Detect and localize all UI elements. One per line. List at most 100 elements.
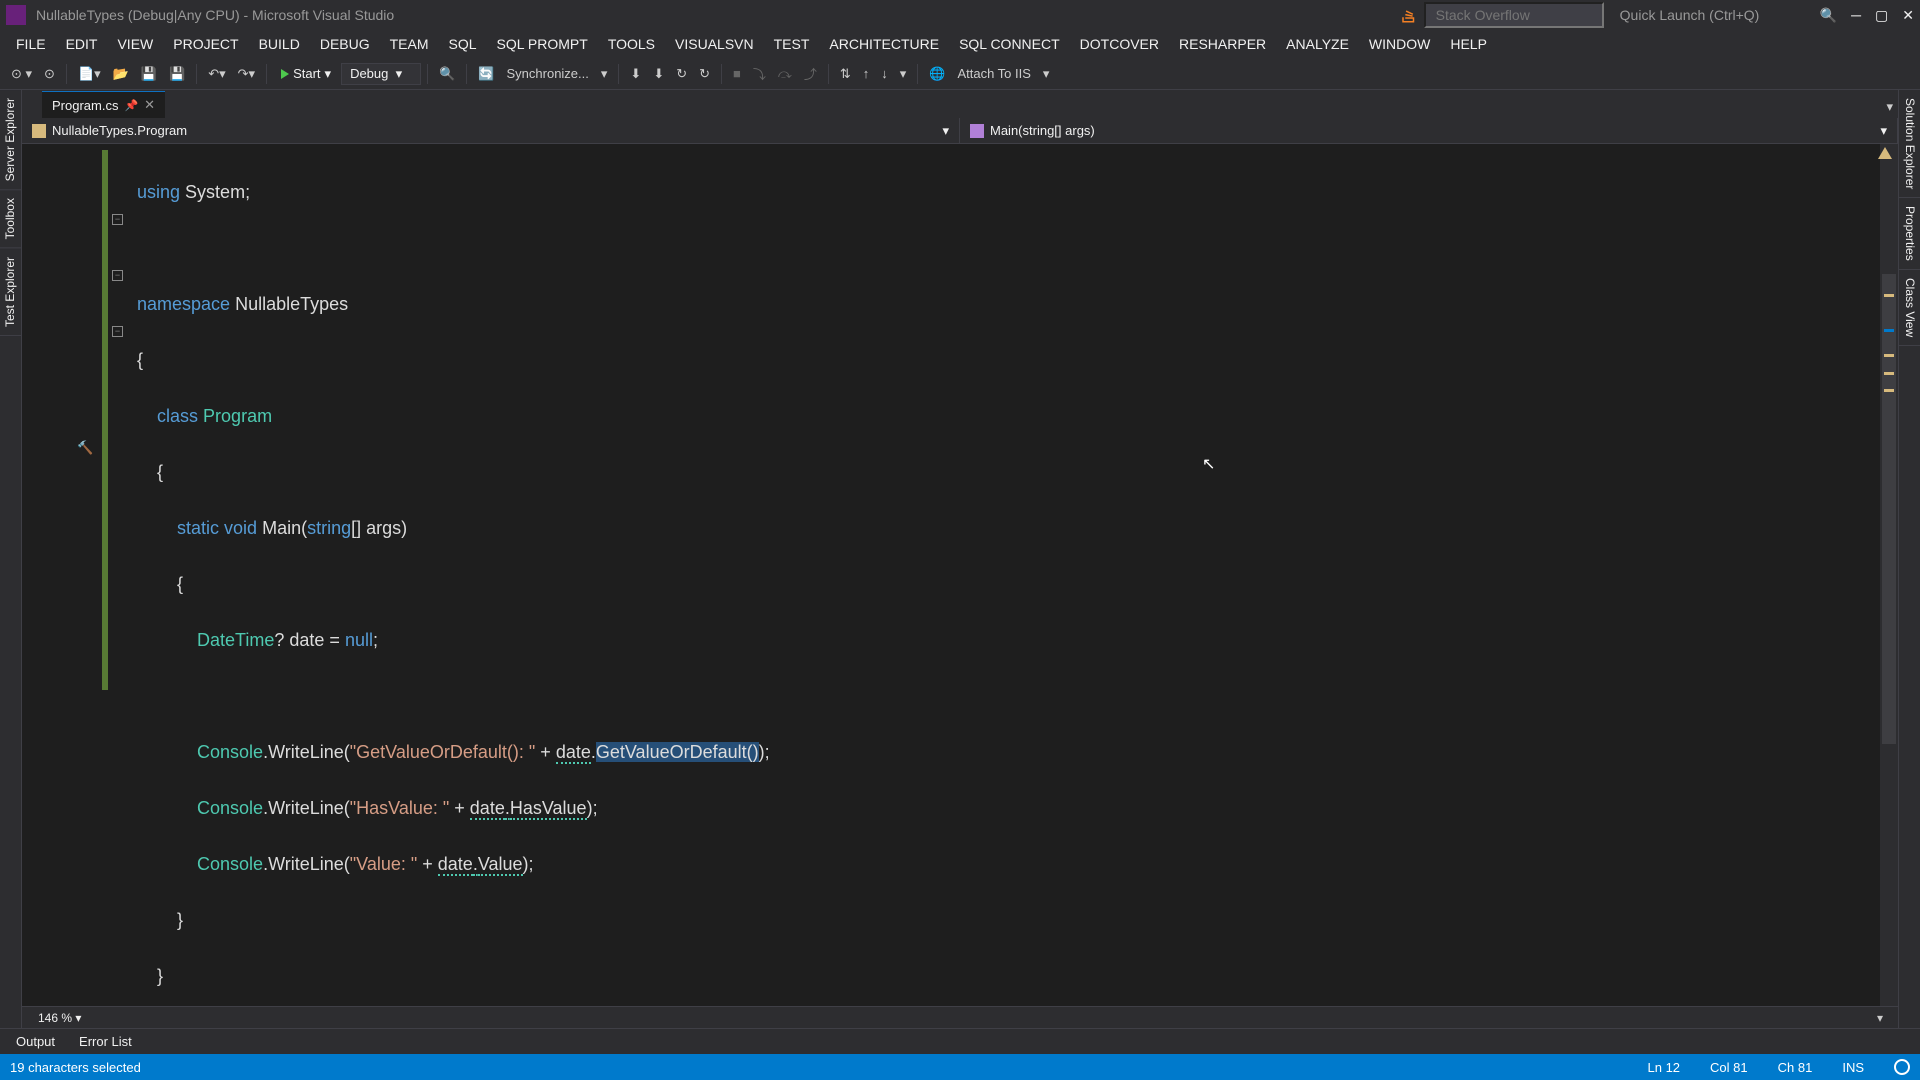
- menu-debug[interactable]: DEBUG: [310, 32, 380, 56]
- pin-icon[interactable]: 📌: [124, 99, 138, 112]
- marker[interactable]: [1884, 354, 1894, 357]
- redo-button[interactable]: ↷▾: [233, 63, 260, 85]
- output-tab[interactable]: Output: [4, 1030, 67, 1053]
- menu-view[interactable]: VIEW: [107, 32, 163, 56]
- menu-sqlconnect[interactable]: SQL CONNECT: [949, 32, 1070, 56]
- code-content[interactable]: using System; namespace NullableTypes { …: [117, 144, 1880, 1006]
- right-panel-tabs: Solution Explorer Properties Class View: [1898, 90, 1920, 1028]
- navigation-bar: NullableTypes.Program ▾ Main(string[] ar…: [22, 118, 1898, 144]
- menu-project[interactable]: PROJECT: [163, 32, 248, 56]
- nav-btn-1[interactable]: ⇅: [835, 63, 856, 85]
- server-explorer-tab[interactable]: Server Explorer: [0, 90, 21, 190]
- attach-iis-button[interactable]: Attach To IIS: [952, 63, 1035, 84]
- menu-build[interactable]: BUILD: [249, 32, 310, 56]
- error-list-tab[interactable]: Error List: [67, 1030, 144, 1053]
- class-nav-combo[interactable]: NullableTypes.Program ▾: [22, 118, 960, 143]
- split-icon[interactable]: ▾: [1872, 1008, 1888, 1028]
- status-col: Col 81: [1710, 1060, 1748, 1075]
- save-all-button[interactable]: 💾: [164, 63, 190, 85]
- open-button[interactable]: 📂: [108, 63, 134, 85]
- marker-bar: [1874, 144, 1896, 1006]
- tabs-overflow-icon[interactable]: ▾: [1881, 96, 1898, 118]
- quick-launch-input[interactable]: Quick Launch (Ctrl+Q): [1610, 4, 1810, 26]
- feedback-icon[interactable]: [1894, 1059, 1910, 1075]
- nav-dropdown[interactable]: ▾: [895, 63, 912, 85]
- test-explorer-tab[interactable]: Test Explorer: [0, 249, 21, 336]
- nav-btn-3[interactable]: ↓: [876, 63, 893, 84]
- tab-close-icon[interactable]: ✕: [144, 97, 155, 113]
- member-nav-label: Main(string[] args): [990, 123, 1095, 138]
- marker[interactable]: [1884, 294, 1894, 297]
- editor-area: Program.cs 📌 ✕ ▾ NullableTypes.Program ▾…: [22, 90, 1898, 1028]
- menu-analyze[interactable]: ANALYZE: [1276, 32, 1359, 56]
- status-ins: INS: [1842, 1060, 1864, 1075]
- document-tabs: Program.cs 📌 ✕ ▾: [22, 90, 1898, 118]
- menu-test[interactable]: TEST: [764, 32, 820, 56]
- menu-sql[interactable]: SQL: [439, 32, 487, 56]
- class-view-tab[interactable]: Class View: [1899, 270, 1920, 346]
- break-button: ■: [728, 63, 746, 84]
- member-nav-combo[interactable]: Main(string[] args) ▾: [960, 118, 1898, 143]
- config-combo[interactable]: Debug ▾: [341, 63, 421, 85]
- left-panel-tabs: Server Explorer Toolbox Test Explorer: [0, 90, 22, 1028]
- menu-help[interactable]: HELP: [1440, 32, 1497, 56]
- sync-dropdown[interactable]: ▾: [596, 63, 613, 85]
- step-button-1[interactable]: ⬇: [625, 63, 646, 85]
- menu-sqlprompt[interactable]: SQL PROMPT: [487, 32, 598, 56]
- iis-icon[interactable]: 🌐: [924, 63, 950, 85]
- file-tab-program[interactable]: Program.cs 📌 ✕: [42, 91, 165, 118]
- new-button[interactable]: 📄▾: [73, 63, 106, 85]
- marker[interactable]: [1884, 329, 1894, 332]
- change-indicator: [102, 150, 108, 690]
- menu-edit[interactable]: EDIT: [56, 32, 108, 56]
- method-icon: [970, 124, 984, 138]
- search-icon[interactable]: 🔍: [1820, 7, 1837, 24]
- status-ch: Ch 81: [1778, 1060, 1813, 1075]
- attach-dropdown[interactable]: ▾: [1038, 63, 1055, 85]
- step-button-2[interactable]: ⬇: [648, 63, 669, 85]
- menu-resharper[interactable]: RESHARPER: [1169, 32, 1276, 56]
- menu-team[interactable]: TEAM: [380, 32, 439, 56]
- start-label: Start: [293, 66, 320, 81]
- title-bar: NullableTypes (Debug|Any CPU) - Microsof…: [0, 0, 1920, 30]
- solution-explorer-tab[interactable]: Solution Explorer: [1899, 90, 1920, 198]
- sync-icon[interactable]: 🔄: [473, 63, 499, 85]
- toolbar: ⊙ ▾ ⊙ 📄▾ 📂 💾 💾 ↶▾ ↷▾ Start ▾ Debug ▾ 🔍 🔄…: [0, 58, 1920, 90]
- menu-window[interactable]: WINDOW: [1359, 32, 1440, 56]
- code-editor[interactable]: − − − 🔨 using System; namespace Nullable…: [22, 144, 1898, 1006]
- class-nav-label: NullableTypes.Program: [52, 123, 187, 138]
- zoom-combo[interactable]: 146 % ▾: [32, 1009, 97, 1027]
- hammer-icon[interactable]: 🔨: [77, 440, 97, 460]
- step-button-3[interactable]: ↻: [671, 63, 692, 85]
- menu-bar: FILE EDIT VIEW PROJECT BUILD DEBUG TEAM …: [0, 30, 1920, 58]
- chevron-down-icon: ▾: [942, 123, 949, 139]
- find-button[interactable]: 🔍: [434, 63, 460, 85]
- forward-button[interactable]: ⊙: [39, 63, 60, 85]
- menu-architecture[interactable]: ARCHITECTURE: [819, 32, 949, 56]
- step-into-button: ⤵: [748, 61, 771, 86]
- stack-overflow-search[interactable]: [1424, 2, 1604, 28]
- save-button[interactable]: 💾: [136, 63, 162, 85]
- undo-button[interactable]: ↶▾: [203, 63, 230, 85]
- marker[interactable]: [1884, 372, 1894, 375]
- nav-btn-2[interactable]: ↑: [858, 63, 875, 84]
- zoom-bar: 146 % ▾ ▾: [22, 1006, 1898, 1028]
- close-icon[interactable]: ✕: [1902, 7, 1914, 24]
- toolbox-tab[interactable]: Toolbox: [0, 190, 21, 248]
- menu-file[interactable]: FILE: [6, 32, 56, 56]
- start-button[interactable]: Start ▾: [273, 63, 339, 85]
- maximize-icon[interactable]: ▢: [1875, 7, 1888, 24]
- sync-button[interactable]: Synchronize...: [502, 63, 594, 84]
- step-button-4[interactable]: ↻: [694, 63, 715, 85]
- menu-visualsvn[interactable]: VISUALSVN: [665, 32, 764, 56]
- marker[interactable]: [1884, 389, 1894, 392]
- minimize-icon[interactable]: ─: [1851, 7, 1861, 23]
- step-over-button: ⤼: [773, 63, 797, 85]
- menu-tools[interactable]: TOOLS: [598, 32, 665, 56]
- play-icon: [281, 69, 289, 79]
- editor-margin: − − − 🔨: [22, 144, 117, 1006]
- menu-dotcover[interactable]: DOTCOVER: [1070, 32, 1169, 56]
- tab-label: Program.cs: [52, 98, 118, 113]
- properties-tab[interactable]: Properties: [1899, 198, 1920, 270]
- back-button[interactable]: ⊙ ▾: [6, 63, 37, 85]
